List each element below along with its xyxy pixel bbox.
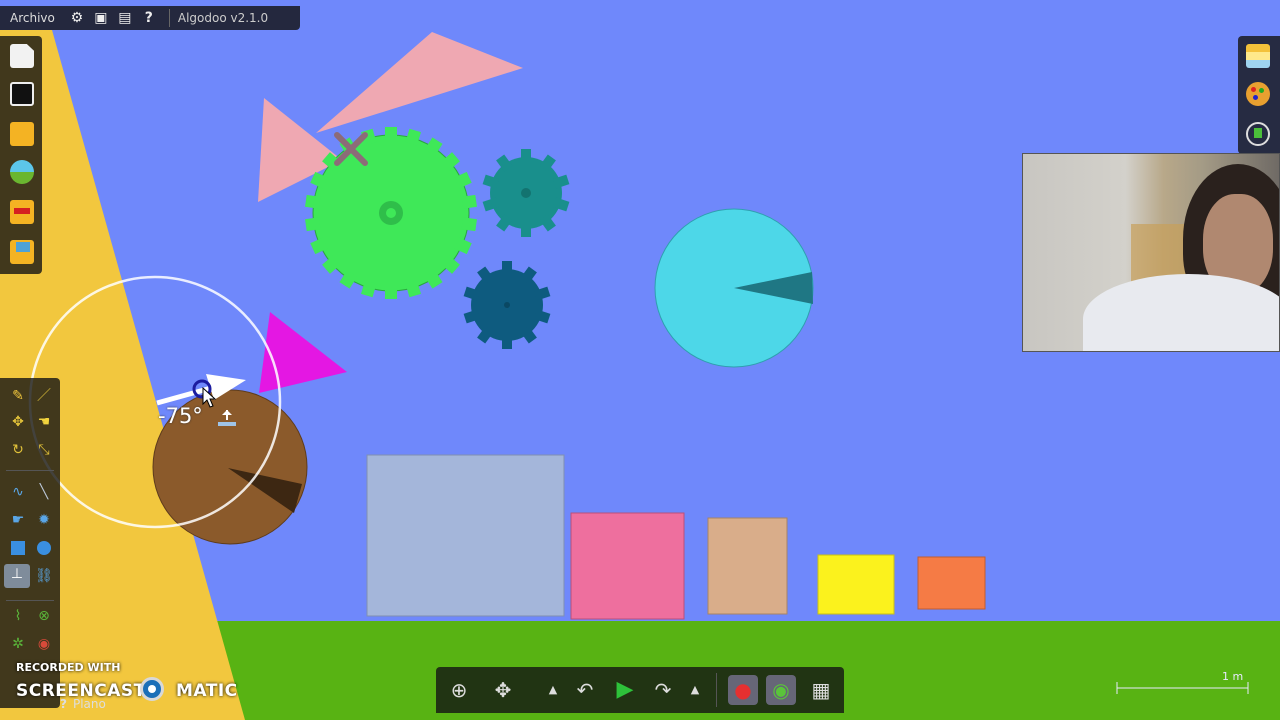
- gear-tooth: [305, 194, 321, 209]
- navy-gear: [463, 261, 551, 349]
- tool-separator: [6, 470, 54, 471]
- new-scene-icon[interactable]: [10, 44, 34, 68]
- tool-separator-2: [6, 600, 54, 601]
- cyan-circle: [654, 208, 814, 368]
- rope-tool-icon[interactable]: ∿: [8, 482, 28, 502]
- gear-tool-icon[interactable]: ✹: [34, 510, 54, 530]
- webcam-person-coat: [1083, 274, 1279, 351]
- layers-icon[interactable]: [1246, 44, 1270, 68]
- gear-tooth: [502, 261, 512, 275]
- gear-tooth: [461, 217, 477, 232]
- gear-tooth: [385, 285, 397, 299]
- scene-folder-icon[interactable]: [10, 240, 34, 264]
- redo-icon[interactable]: ↷: [648, 675, 678, 705]
- properties-icon[interactable]: [1246, 122, 1270, 146]
- brush-tool-icon[interactable]: ☛: [8, 510, 28, 530]
- orange-box: [917, 556, 986, 610]
- file-toolbar: [0, 36, 42, 274]
- watermark-brand-left: SCREENCAST: [16, 681, 146, 701]
- tools-toolbar: ✎ ／ ✥ ☚ ↻ ⤡ ∿ ╲ ☛ ✹ ⊥ ⛓ ⌇ ⊗ ✲ ◉: [0, 378, 60, 708]
- box-tool-icon[interactable]: [8, 538, 28, 558]
- settings-gear-icon[interactable]: ⚙: [65, 10, 89, 26]
- gear-tooth: [521, 149, 531, 163]
- pan-icon[interactable]: ✥: [488, 675, 518, 705]
- browse-online-icon[interactable]: [10, 160, 34, 184]
- scale-tool-icon[interactable]: ⤡: [34, 440, 54, 460]
- sketch-tool-icon[interactable]: ✎: [8, 386, 28, 406]
- right-toolbar: [1238, 36, 1280, 154]
- bottom-toolbar: ⊕ ✥ ▲ ↶ ▶ ↷ ▲ ● ◉ ▦: [436, 667, 844, 713]
- screencastomatic-logo-icon: [140, 677, 164, 701]
- knife-tool-icon[interactable]: ╲: [34, 482, 54, 502]
- tan-box: [707, 517, 788, 615]
- circle-tool-icon[interactable]: [34, 538, 54, 558]
- pink-box: [570, 512, 685, 620]
- window-icon[interactable]: ▤: [113, 10, 137, 26]
- plane-snap-icon: [216, 408, 238, 428]
- teal-gear: [482, 149, 570, 237]
- undo-icon[interactable]: ↶: [570, 675, 600, 705]
- help-icon[interactable]: ?: [137, 10, 161, 26]
- undo-menu-arrow[interactable]: ▲: [538, 675, 568, 705]
- top-menu-bar: Archivo ⚙ ▣ ▤ ? Algodoo v2.1.0: [0, 6, 300, 30]
- thruster-tool-icon[interactable]: ◉: [34, 634, 54, 654]
- algodoo-canvas[interactable]: -75° 1 m Archivo ⚙ ▣ ▤ ? Algodoo v2.1.0 …: [0, 0, 1280, 720]
- save-icon[interactable]: [10, 82, 34, 106]
- play-scene-icon[interactable]: ▣: [89, 10, 113, 26]
- pink-triangle-large: [316, 32, 523, 133]
- scene-svg[interactable]: [0, 0, 1280, 720]
- scale-label: 1 m: [1222, 670, 1244, 683]
- gravity-icon[interactable]: ●: [728, 675, 758, 705]
- move-tool-icon[interactable]: ✥: [8, 412, 28, 432]
- axle-tool-icon[interactable]: ✲: [8, 634, 28, 654]
- gray-box: [366, 454, 565, 617]
- spring-tool-icon[interactable]: ⌇: [8, 606, 28, 626]
- grid-icon[interactable]: ▦: [806, 675, 836, 705]
- magenta-triangle: [259, 312, 347, 393]
- gear-tooth: [385, 127, 397, 141]
- bottom-separator: [716, 673, 717, 707]
- version-label: Algodoo v2.1.0: [177, 11, 269, 25]
- phunlets-icon[interactable]: [10, 200, 34, 224]
- play-icon[interactable]: ▶: [610, 675, 640, 705]
- zoom-icon[interactable]: ⊕: [444, 675, 474, 705]
- redo-menu-arrow[interactable]: ▲: [680, 675, 710, 705]
- gear-tooth: [521, 223, 531, 237]
- air-friction-icon[interactable]: ◉: [766, 675, 796, 705]
- watermark-recorded-with: RECORDED WITH: [16, 661, 121, 674]
- archivo-menu[interactable]: Archivo: [0, 11, 65, 25]
- appearance-palette-icon[interactable]: [1246, 82, 1270, 106]
- watermark-brand-right: MATIC: [176, 681, 238, 701]
- fixate-tool-icon[interactable]: ⊗: [34, 606, 54, 626]
- gear-tooth: [502, 335, 512, 349]
- webcam-overlay: [1022, 153, 1280, 352]
- open-folder-icon[interactable]: [10, 122, 34, 146]
- drag-tool-icon[interactable]: ☚: [34, 412, 54, 432]
- gear-tooth: [305, 217, 321, 232]
- plane-tool-icon[interactable]: ⊥: [4, 564, 30, 588]
- cut-tool-icon[interactable]: ／: [34, 386, 54, 406]
- rotation-angle-readout: -75°: [158, 404, 203, 428]
- chain-tool-icon[interactable]: ⛓: [34, 566, 54, 586]
- gear-tooth: [461, 194, 477, 209]
- yellow-box: [817, 554, 895, 615]
- menu-separator: [168, 9, 170, 27]
- rotate-tool-icon[interactable]: ↻: [8, 440, 28, 460]
